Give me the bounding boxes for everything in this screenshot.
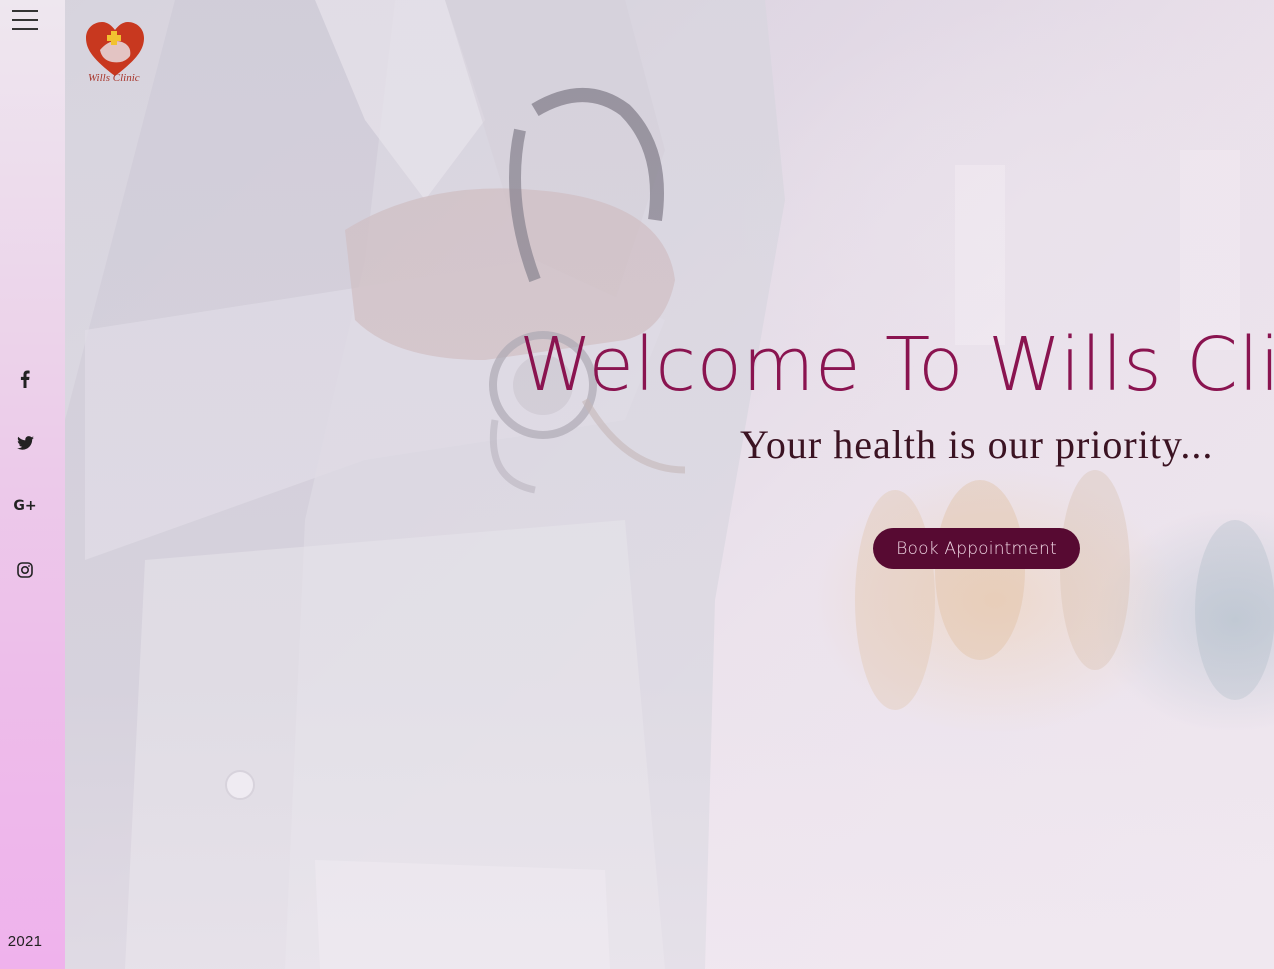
sidebar: G+ 2021 bbox=[0, 0, 65, 969]
svg-text:Wills Clinic: Wills Clinic bbox=[88, 72, 140, 84]
wills-clinic-logo[interactable]: Wills Clinic bbox=[84, 20, 146, 84]
facebook-icon[interactable] bbox=[12, 366, 38, 392]
hero-banner bbox=[65, 0, 1274, 969]
page: G+ 2021 Wills Clinic Welcome To Wills Cl… bbox=[0, 0, 1274, 969]
google-plus-label: G+ bbox=[13, 498, 37, 514]
instagram-icon[interactable] bbox=[12, 557, 38, 583]
hamburger-menu-icon[interactable] bbox=[12, 9, 38, 30]
hero-title: Welcome To Wills Clinic bbox=[519, 322, 1274, 408]
twitter-icon[interactable] bbox=[12, 430, 38, 456]
hero-subtitle: Your health is our priority... bbox=[740, 422, 1214, 467]
google-plus-icon[interactable]: G+ bbox=[12, 493, 38, 519]
copyright-year: 2021 bbox=[7, 933, 43, 950]
book-appointment-button[interactable]: Book Appointment bbox=[873, 528, 1080, 569]
hero-overlay bbox=[65, 0, 1274, 969]
